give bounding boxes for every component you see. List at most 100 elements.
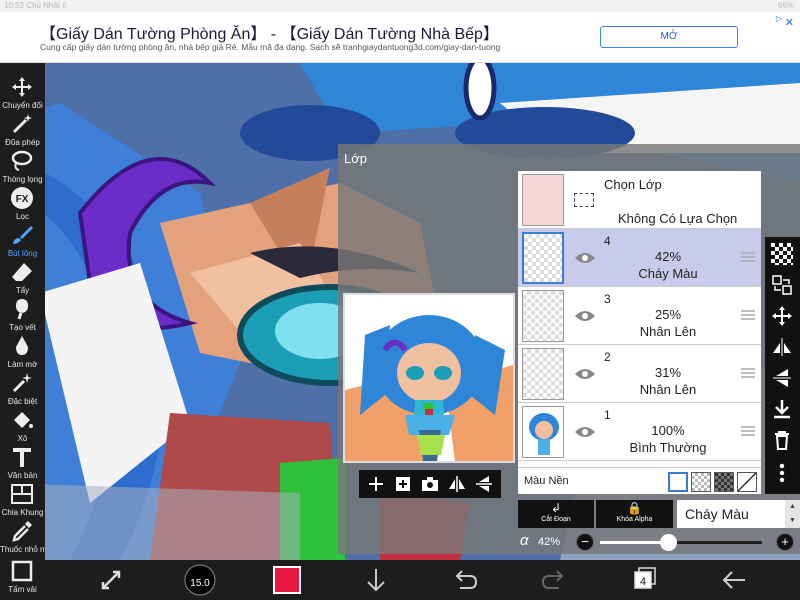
bg-dark-checker-swatch[interactable]	[714, 472, 734, 492]
download-arrow-icon[interactable]	[359, 564, 393, 596]
layer-thumbnail	[522, 232, 564, 284]
visibility-eye-icon[interactable]	[574, 425, 596, 439]
layer-opacity: 25%	[654, 307, 682, 322]
trash-icon[interactable]	[771, 429, 793, 451]
visibility-eye-icon[interactable]	[574, 309, 596, 323]
opacity-slider-knob[interactable]	[660, 534, 678, 551]
frame-divider-icon	[11, 484, 33, 504]
brush-size-indicator[interactable]: 15.0	[183, 564, 217, 596]
canvas-icon	[11, 560, 33, 582]
layer-opacity: 100%	[651, 423, 685, 438]
opacity-slider[interactable]	[600, 534, 762, 551]
camera-icon[interactable]	[419, 473, 441, 495]
visibility-eye-icon[interactable]	[574, 251, 596, 265]
layer-row[interactable]: 3 25% Nhân Lên	[518, 287, 761, 345]
add-layer-icon[interactable]	[365, 473, 387, 495]
layer-blend-mode: Bình Thường	[629, 440, 707, 455]
flip-vertical-icon[interactable]	[473, 473, 495, 495]
brush-icon	[13, 226, 33, 244]
undo-icon[interactable]	[448, 564, 482, 596]
ad-close-button[interactable]: ✕	[785, 16, 794, 29]
flip-horizontal-icon[interactable]	[446, 473, 468, 495]
ad-subtitle: Cung cấp giấy dán tường phòng ăn, nhà bế…	[40, 42, 501, 52]
move-layer-icon[interactable]	[771, 305, 793, 327]
transparency-checker-icon[interactable]	[771, 243, 793, 265]
layer-transfer-icon[interactable]	[771, 274, 793, 296]
tool-label: Tấm vải	[8, 585, 37, 594]
alpha-lock-button[interactable]: 🔒 Khóa Alpha	[596, 500, 673, 528]
selection-title: Chọn Lớp	[604, 177, 662, 192]
opacity-slider-fill	[600, 541, 669, 544]
layer-panel-title: Lớp	[344, 151, 367, 166]
visibility-eye-icon[interactable]	[574, 367, 596, 381]
layer-row[interactable]: 1 100% Bình Thường	[518, 403, 761, 461]
blend-mode-stepper[interactable]: ▲ ▼	[785, 500, 800, 528]
clipping-button[interactable]: ↲ Cắt Đoạn	[518, 500, 594, 528]
left-toolbar: Chuyển đổi Đũa phép Thòng lọng FX Lọc Bú…	[0, 63, 45, 600]
layer-number: 4	[604, 234, 611, 248]
opacity-decrease-button[interactable]: −	[576, 533, 594, 551]
layer-thumbnail-art	[523, 407, 563, 457]
drag-handle-icon[interactable]	[741, 367, 755, 379]
tool-canvas[interactable]: Tấm vải	[0, 553, 45, 600]
bg-transparent-swatch[interactable]	[737, 472, 757, 492]
fx-icon: FX	[11, 187, 33, 209]
bottom-toolbar: 15.0 4	[45, 560, 800, 600]
status-time: 10:52 Chủ Nhật 6	[4, 1, 67, 10]
bg-white-swatch[interactable]	[668, 472, 688, 492]
more-options-icon[interactable]	[771, 462, 793, 484]
ad-banner[interactable]: 【Giấy Dán Tường Phòng Ăn】 - 【Giấy Dán Tư…	[0, 12, 800, 63]
merge-down-icon[interactable]	[771, 398, 793, 420]
layer-blend-mode: Nhân Lên	[639, 382, 697, 397]
alpha-lock-label: Khóa Alpha	[616, 516, 653, 523]
lock-icon: 🔒	[627, 501, 642, 515]
svg-text:FX: FX	[16, 194, 29, 205]
preview-toolbar	[359, 470, 501, 498]
eyedropper-icon	[12, 521, 32, 542]
layer-opacity: 42%	[654, 249, 682, 264]
layer-preview	[343, 293, 515, 463]
layer-list: Chọn Lớp Không Có Lựa Chọn 4 42% Cháy Mà…	[518, 171, 761, 494]
drag-handle-icon[interactable]	[741, 425, 755, 437]
flip-layer-vertical-icon[interactable]	[771, 367, 793, 389]
layer-panel: Lớp Chọn Lớp Không Có Lựa Chọn 4 42% Chá…	[338, 144, 800, 554]
layer-number: 1	[604, 408, 611, 422]
blend-bar: ↲ Cắt Đoạn 🔒 Khóa Alpha Cháy Màu ▲ ▼	[518, 500, 800, 528]
magic-wand-icon	[12, 114, 32, 134]
clip-arrow-icon: ↲	[550, 501, 562, 515]
layers-count-icon[interactable]: 4	[627, 564, 661, 596]
move-icon	[12, 77, 32, 97]
selection-marquee-icon	[574, 193, 594, 207]
status-bar: 10:52 Chủ Nhật 6 66%	[0, 0, 800, 12]
app-screen: 10:52 Chủ Nhật 6 66% 【Giấy Dán Tường Phò…	[0, 0, 800, 600]
status-battery: 66%	[777, 1, 794, 10]
redo-icon[interactable]	[537, 564, 571, 596]
selection-thumbnail	[522, 174, 564, 226]
ad-title[interactable]: 【Giấy Dán Tường Phòng Ăn】 - 【Giấy Dán Tư…	[40, 20, 499, 44]
bucket-icon	[14, 412, 33, 428]
text-icon	[13, 448, 31, 467]
layer-row[interactable]: 4 42% Cháy Màu	[518, 229, 761, 287]
primary-color-swatch[interactable]	[273, 566, 301, 594]
back-arrow-icon[interactable]	[717, 564, 751, 596]
alpha-symbol: α	[520, 532, 529, 549]
clipping-label: Cắt Đoạn	[541, 516, 571, 523]
blend-mode-select[interactable]: Cháy Màu	[677, 500, 785, 528]
add-layer-copy-icon[interactable]	[392, 473, 414, 495]
layer-row[interactable]: 2 31% Nhân Lên	[518, 345, 761, 403]
background-label: Màu Nền	[524, 475, 569, 487]
drag-handle-icon[interactable]	[741, 251, 755, 263]
brush-size-value: 15.0	[190, 578, 210, 589]
ad-open-button[interactable]: MỞ	[600, 26, 738, 48]
transform-arrows-icon[interactable]	[95, 564, 129, 596]
selection-value: Không Có Lựa Chọn	[618, 211, 738, 226]
layer-selection-row[interactable]: Chọn Lớp Không Có Lựa Chọn	[518, 171, 761, 229]
drag-handle-icon[interactable]	[741, 309, 755, 321]
eraser-icon	[12, 263, 32, 281]
ad-info-icon[interactable]: ▷	[776, 14, 782, 23]
layer-thumbnail	[522, 348, 564, 400]
opacity-increase-button[interactable]: +	[776, 533, 794, 551]
alpha-value: 42%	[538, 536, 561, 548]
bg-light-checker-swatch[interactable]	[691, 472, 711, 492]
flip-layer-horizontal-icon[interactable]	[771, 336, 793, 358]
